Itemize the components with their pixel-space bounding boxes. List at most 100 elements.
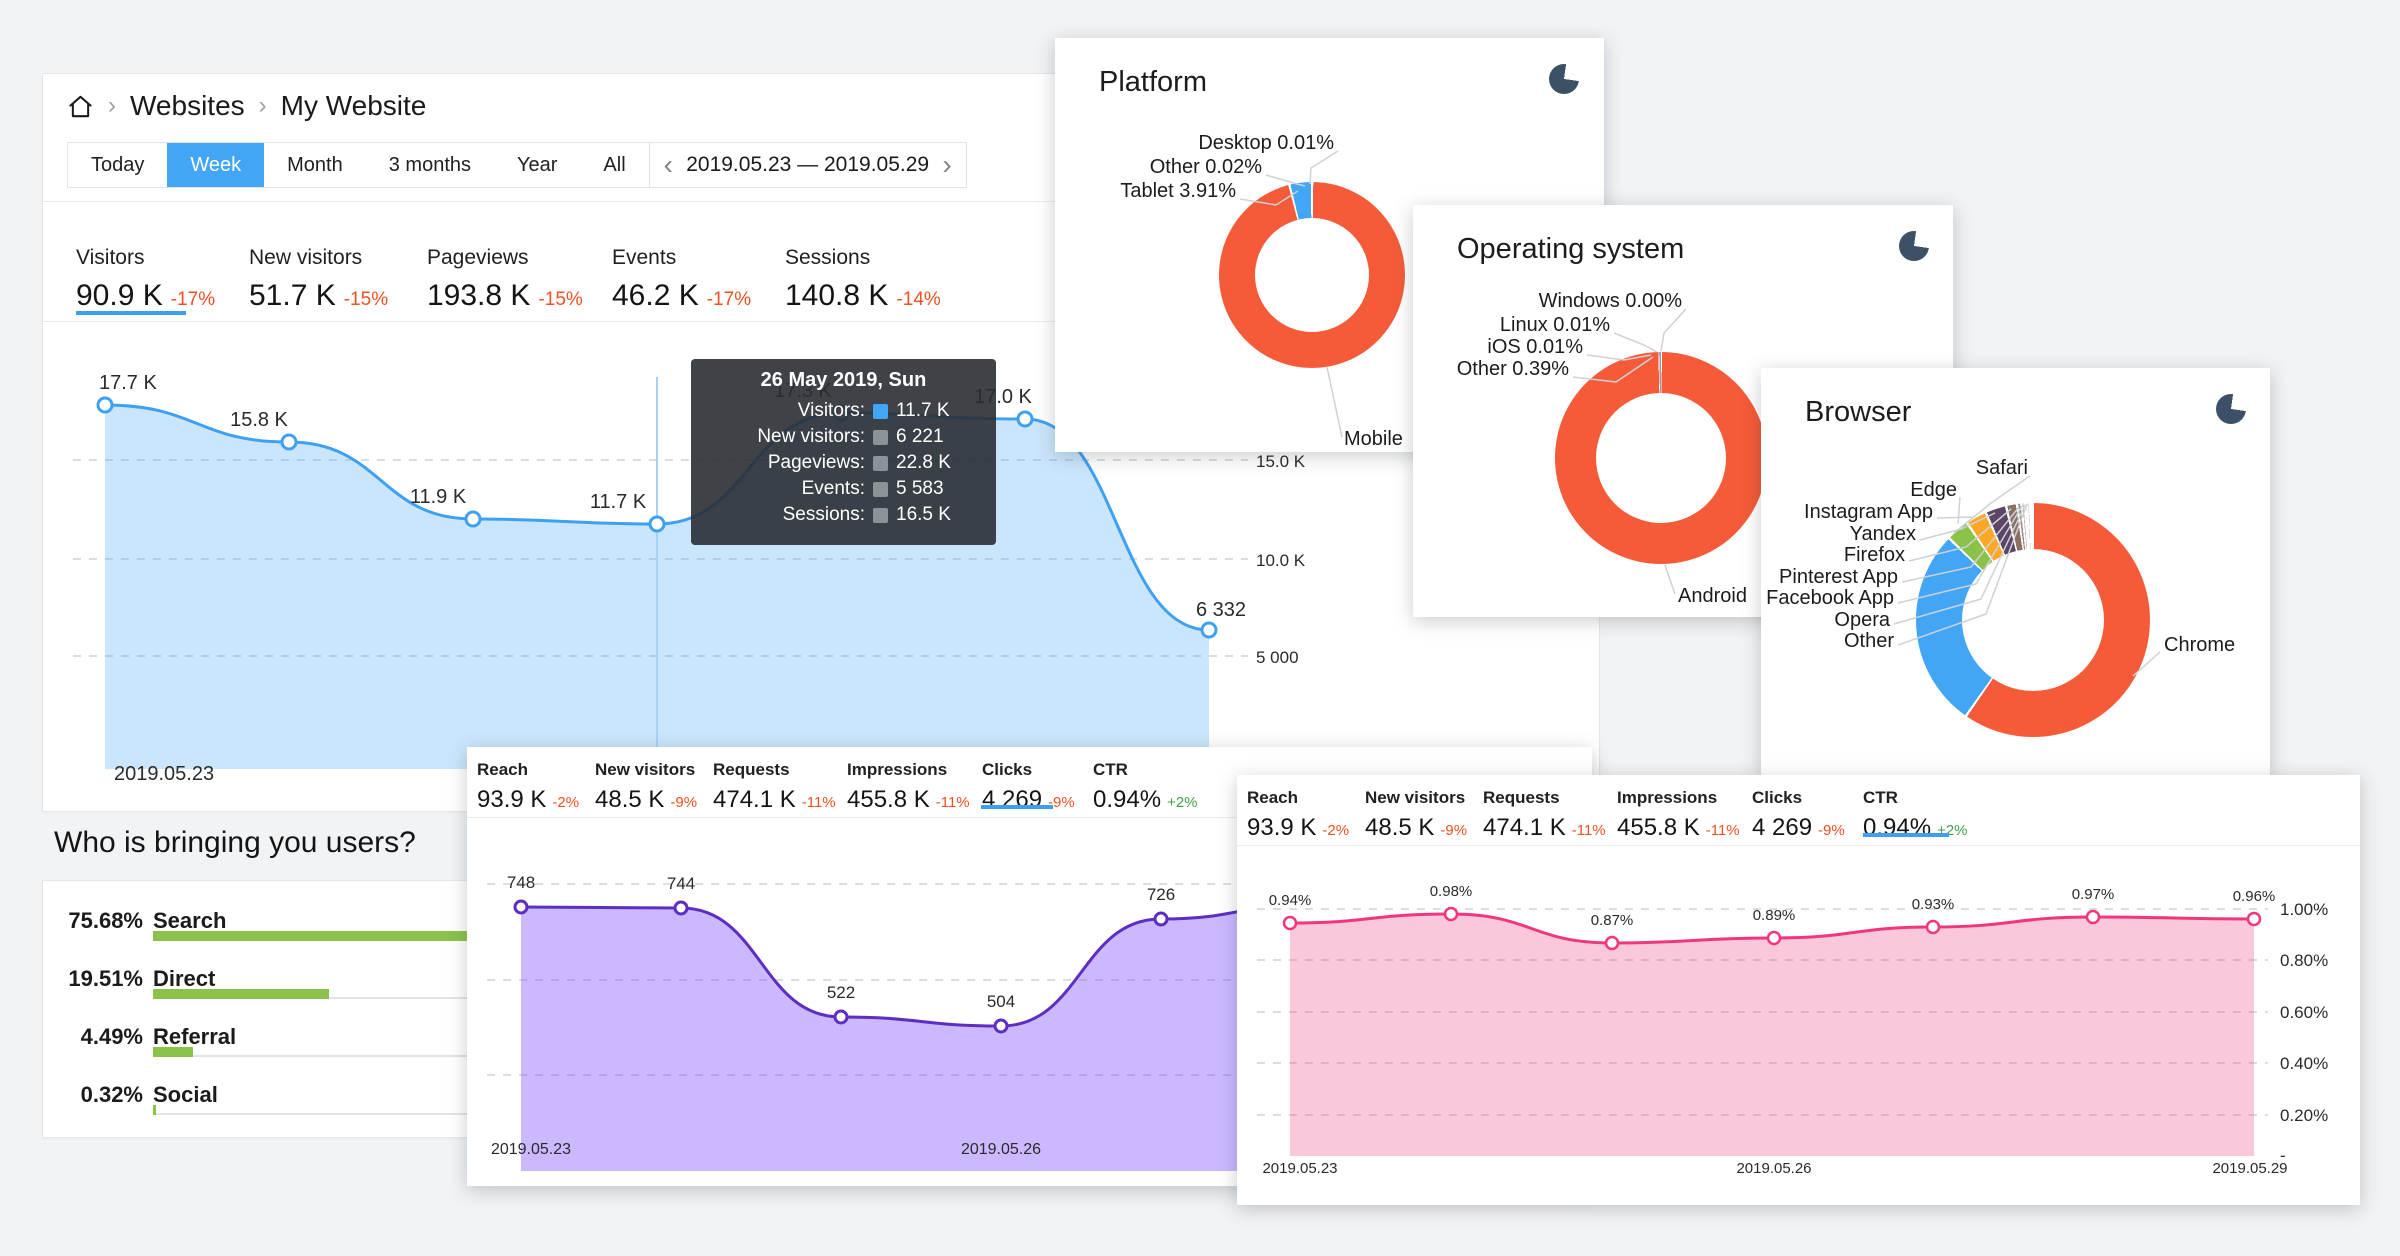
- donut-slice-label: Mobile: [1344, 428, 1403, 450]
- data-point[interactable]: [833, 1009, 849, 1025]
- ctr-area-chart[interactable]: 0.94% 0.98% 0.87% 0.89% 0.93% 0.97% 0.96%1.00%…: [1237, 775, 2360, 1205]
- source-pct: 4.49%: [80, 1024, 143, 1049]
- point-label: 6 332: [1196, 599, 1246, 621]
- donut-slice-label: Safari: [1975, 457, 2028, 479]
- series-swatch: [873, 455, 888, 471]
- point-label: 17.7 K: [99, 372, 157, 394]
- data-point[interactable]: [673, 900, 689, 916]
- tooltip-row: Events: 5 583: [707, 476, 980, 502]
- donut-slice-label: Tablet 3.91%: [1120, 180, 1236, 202]
- y-axis-label: 15.0 K: [1256, 452, 1306, 471]
- donut-slice-label: Facebook App: [1766, 587, 1894, 609]
- donut-slice-label: Other: [1843, 630, 1894, 652]
- y-axis-label: 0.20%: [2280, 1106, 2328, 1125]
- tooltip-value: 22.8 K: [896, 452, 951, 473]
- point-label: 0.96%: [2233, 888, 2276, 905]
- x-axis-label: 2019.05.23: [1262, 1160, 1337, 1177]
- data-point[interactable]: [993, 1018, 1009, 1034]
- tooltip-row: New visitors: 6 221: [707, 424, 980, 450]
- x-axis-label: 2019.05.29: [2212, 1160, 2287, 1177]
- point-label: 504: [987, 992, 1015, 1011]
- tooltip-value: 16.5 K: [896, 504, 951, 525]
- data-point[interactable]: [1925, 919, 1941, 935]
- point-label: 0.93%: [1912, 896, 1955, 913]
- tooltip-label: Visitors:: [797, 400, 865, 421]
- point-label: 726: [1147, 885, 1175, 904]
- point-label: 0.89%: [1753, 907, 1796, 924]
- donut-slice-label: Chrome: [2164, 634, 2236, 656]
- analytics-dashboard: › Websites › My Website Today Week Month…: [0, 0, 2400, 1256]
- tooltip-row: Visitors: 11.7 K: [707, 398, 980, 424]
- point-label: 0.98%: [1430, 883, 1473, 900]
- data-point[interactable]: [1443, 906, 1459, 922]
- data-point[interactable]: [648, 515, 666, 533]
- donut-slice-label: Windows 0.00%: [1538, 290, 1682, 312]
- donut-slice-label: Instagram App: [1804, 501, 1933, 523]
- y-axis-label: 1.00%: [2280, 900, 2328, 919]
- y-axis-label: 0.40%: [2280, 1054, 2328, 1073]
- x-axis-label: 2019.05.26: [1736, 1160, 1811, 1177]
- donut-slice-label: Yandex: [1849, 523, 1916, 545]
- tooltip-row: Pageviews: 22.8 K: [707, 450, 980, 476]
- data-point[interactable]: [513, 899, 529, 915]
- donut-slice-label: Pinterest App: [1779, 566, 1898, 588]
- data-point[interactable]: [2085, 909, 2101, 925]
- data-point[interactable]: [2246, 911, 2262, 927]
- tooltip-value: 11.7 K: [896, 400, 950, 421]
- donut-slice-label: iOS 0.01%: [1487, 336, 1583, 358]
- donut-slice-label: Edge: [1910, 479, 1957, 501]
- source-bar: [153, 1047, 193, 1057]
- tooltip-value: 6 221: [896, 426, 944, 447]
- data-point[interactable]: [280, 433, 298, 451]
- browser-card: Browser Safari Edge Instagram App Yandex Fir…: [1761, 368, 2270, 779]
- point-label: 15.8 K: [230, 409, 288, 431]
- source-bar: [153, 989, 329, 999]
- point-label: 0.94%: [1269, 892, 1312, 909]
- data-point[interactable]: [96, 396, 114, 414]
- series-swatch: [873, 481, 888, 497]
- data-point[interactable]: [1153, 911, 1169, 927]
- tooltip-date: 26 May 2019, Sun: [760, 369, 927, 391]
- point-label: 744: [667, 874, 695, 893]
- series-swatch: [873, 429, 888, 445]
- data-point[interactable]: [1200, 621, 1218, 639]
- source-label: Social: [153, 1082, 218, 1107]
- x-axis-label: 2019.05.23: [491, 1141, 571, 1158]
- point-label: 11.7 K: [590, 491, 647, 513]
- browser-donut-chart[interactable]: Safari Edge Instagram App Yandex Firefox Pint…: [1761, 368, 2270, 779]
- data-point[interactable]: [1604, 935, 1620, 951]
- tooltip-label: Sessions:: [782, 504, 865, 525]
- source-bar: [153, 1105, 156, 1115]
- point-label: 0.97%: [2072, 886, 2115, 903]
- y-axis-label: 0.60%: [2280, 1003, 2328, 1022]
- tooltip-value: 5 583: [896, 478, 944, 499]
- chart-tooltip: 26 May 2019, Sun Visitors: 11.7 K New vis…: [691, 359, 996, 545]
- data-point[interactable]: [1766, 930, 1782, 946]
- donut-hole: [1962, 549, 2104, 691]
- sources-heading: Who is bringing you users?: [54, 826, 416, 859]
- y-axis-label: 5 000: [1256, 648, 1299, 667]
- data-point[interactable]: [464, 510, 482, 528]
- point-label: 748: [507, 873, 535, 892]
- series-swatch: [873, 403, 888, 419]
- source-pct: 75.68%: [68, 908, 143, 933]
- donut-slice-label: Other 0.39%: [1456, 358, 1569, 380]
- area-fill: [1290, 914, 2254, 1156]
- source-pct: 0.32%: [80, 1082, 143, 1107]
- y-axis-label: 0.80%: [2280, 951, 2328, 970]
- x-axis-label: 2019.05.26: [961, 1141, 1041, 1158]
- donut-slice-label: Linux 0.01%: [1499, 314, 1610, 336]
- ad-ctr-card: Reach 93.9 K -2% New visitors 48.5 K -9% Req…: [1237, 775, 2360, 1205]
- point-label: 0.87%: [1591, 912, 1634, 929]
- source-pct: 19.51%: [68, 966, 143, 991]
- donut-slice-label: Desktop 0.01%: [1198, 132, 1334, 154]
- data-point[interactable]: [1282, 915, 1298, 931]
- series-swatch: [873, 507, 888, 523]
- tooltip-row: Sessions: 16.5 K: [707, 502, 980, 528]
- donut-slice-label: Opera: [1834, 609, 1890, 631]
- y-axis-label: 10.0 K: [1256, 551, 1306, 570]
- point-label: 11.9 K: [410, 486, 467, 508]
- tooltip-label: Pageviews:: [767, 452, 865, 473]
- data-point[interactable]: [1016, 410, 1034, 428]
- tooltip-label: Events:: [801, 478, 865, 499]
